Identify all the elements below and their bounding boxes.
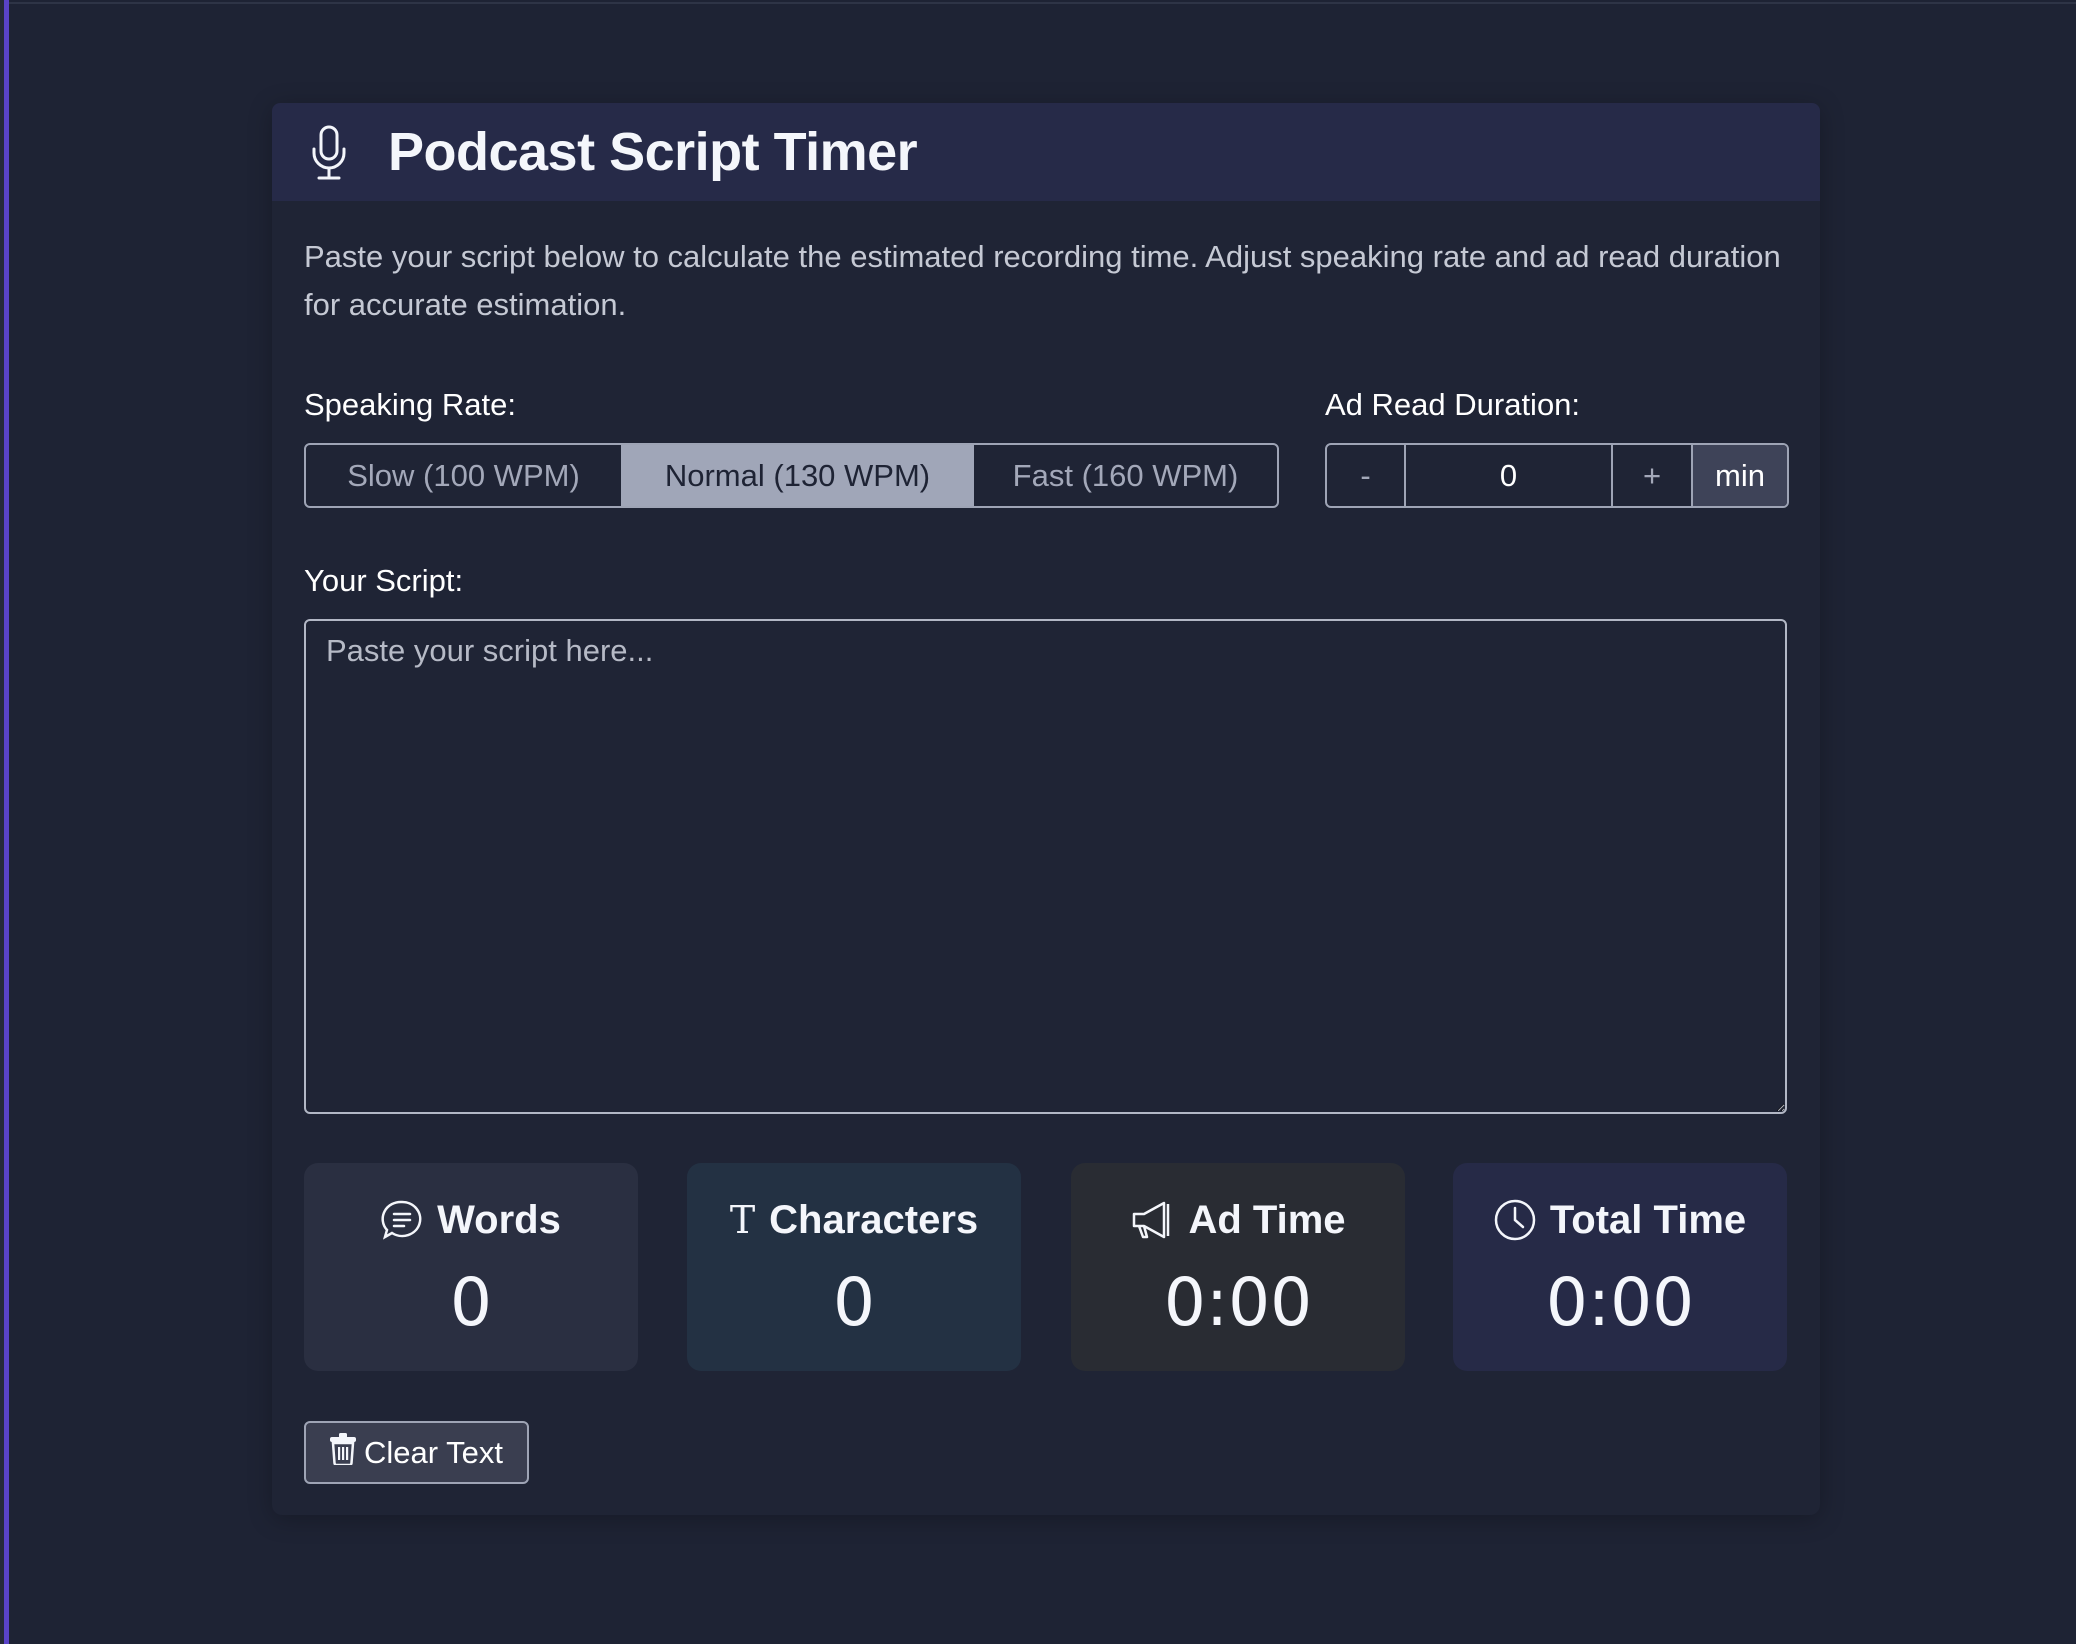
stat-characters-label: Characters <box>769 1197 979 1242</box>
ad-increment-button[interactable]: + <box>1613 445 1691 506</box>
rate-fast-button[interactable]: Fast (160 WPM) <box>974 445 1277 506</box>
stat-words-value: 0 <box>450 1264 492 1341</box>
page-title: Podcast Script Timer <box>388 122 918 182</box>
text-type-icon: T <box>729 1198 756 1242</box>
stat-total-time-card: Total Time 0:00 <box>1453 1163 1787 1371</box>
clock-icon <box>1494 1199 1536 1241</box>
page-description: Paste your script below to calculate the… <box>304 239 1781 322</box>
ad-duration-stepper: - + min <box>1325 443 1789 508</box>
clear-text-button[interactable]: Clear Text <box>304 1421 529 1484</box>
app-header: Podcast Script Timer <box>272 103 1820 201</box>
timer-card: Podcast Script Timer Paste your script b… <box>272 103 1820 1515</box>
stat-ad-time-value: 0:00 <box>1163 1264 1313 1341</box>
ad-read-label: Ad Read Duration: <box>1325 387 1581 422</box>
stat-characters-card: T Characters 0 <box>687 1163 1021 1371</box>
stat-ad-time-card: Ad Time 0:00 <box>1071 1163 1405 1371</box>
stat-ad-time-label: Ad Time <box>1188 1197 1346 1242</box>
stat-total-time-label: Total Time <box>1549 1197 1747 1242</box>
rate-normal-button[interactable]: Normal (130 WPM) <box>621 445 974 506</box>
speech-bubble-icon <box>381 1199 423 1241</box>
accent-bar <box>4 0 9 1644</box>
stat-characters-value: 0 <box>833 1264 875 1341</box>
stat-total-time-value: 0:00 <box>1545 1264 1695 1341</box>
stat-words-card: Words 0 <box>304 1163 638 1371</box>
ad-unit-label: min <box>1691 445 1787 506</box>
trash-icon <box>330 1432 356 1473</box>
ad-decrement-button[interactable]: - <box>1327 445 1404 506</box>
megaphone-icon <box>1130 1200 1174 1240</box>
rate-slow-button[interactable]: Slow (100 WPM) <box>306 445 621 506</box>
clear-text-label: Clear Text <box>364 1434 503 1470</box>
speaking-rate-selector: Slow (100 WPM) Normal (130 WPM) Fast (16… <box>304 443 1279 508</box>
ad-duration-input[interactable] <box>1404 445 1613 506</box>
script-label: Your Script: <box>304 563 464 598</box>
microphone-icon <box>311 125 347 181</box>
stat-words-label: Words <box>437 1197 561 1242</box>
top-divider <box>9 2 2076 4</box>
script-input[interactable] <box>304 619 1787 1114</box>
speaking-rate-label: Speaking Rate: <box>304 387 516 422</box>
